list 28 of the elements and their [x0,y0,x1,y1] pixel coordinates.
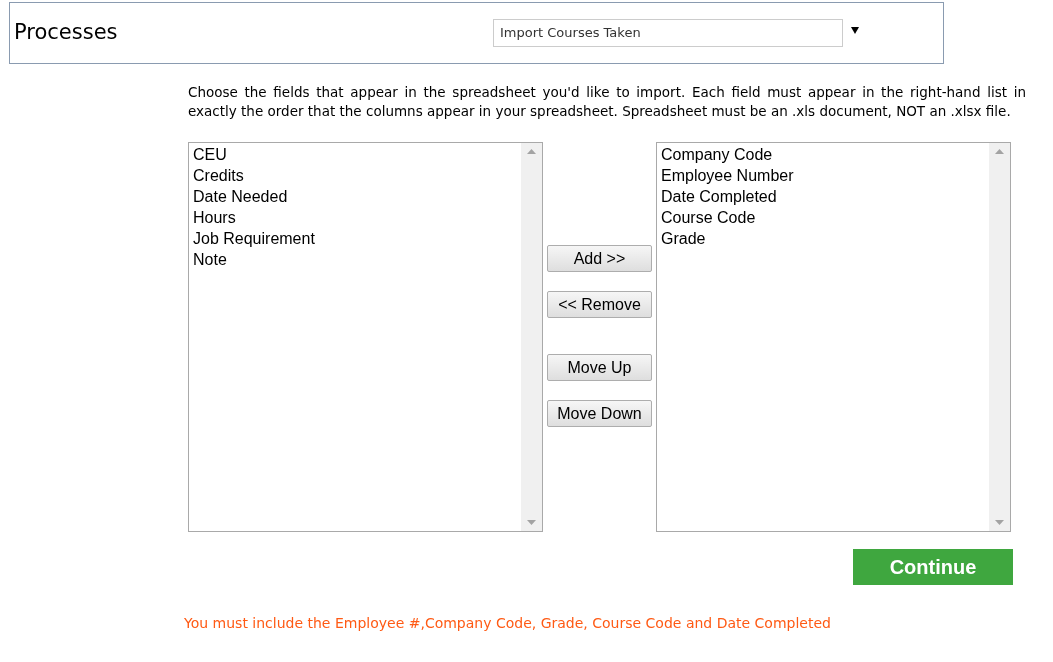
list-option[interactable]: Company Code [661,144,989,165]
list-option[interactable]: Note [193,249,521,270]
available-fields-list[interactable]: CEU Credits Date Needed Hours Job Requirement Note [188,142,543,532]
list-option[interactable]: Date Completed [661,186,989,207]
list-option[interactable]: CEU [193,144,521,165]
move-up-button[interactable]: Move Up [547,354,652,381]
page-title: Processes [14,19,119,47]
scroll-up-icon[interactable] [995,149,1004,154]
process-select[interactable]: Import Courses Taken [493,19,843,47]
list-option[interactable]: Job Requirement [193,228,521,249]
remove-button[interactable]: << Remove [547,291,652,318]
list-option[interactable]: Employee Number [661,165,989,186]
list-option[interactable]: Grade [661,228,989,249]
scrollbar[interactable] [521,143,542,531]
scroll-down-icon[interactable] [995,520,1004,525]
scroll-up-icon[interactable] [527,149,536,154]
list-option[interactable]: Hours [193,207,521,228]
add-button[interactable]: Add >> [547,245,652,272]
selected-fields-list[interactable]: Company Code Employee Number Date Completed Course Code Grade [656,142,1011,532]
scroll-down-icon[interactable] [527,520,536,525]
list-option[interactable]: Credits [193,165,521,186]
list-option[interactable]: Date Needed [193,186,521,207]
scrollbar[interactable] [989,143,1010,531]
move-down-button[interactable]: Move Down [547,400,652,427]
caret-icon[interactable] [851,26,859,34]
list-option[interactable]: Course Code [661,207,989,228]
instructions-text: Choose the fields that appear in the spreadsheet you'd like to import. Each field must appear in the right-hand list in exactly the order that the columns appear in your spreadsheet. Spreadsheet must be an .xls document, NOT an .xlsx file. [188,83,1026,121]
error-message: You must include the Employee #,Company Code, Grade, Course Code and Date Completed [184,614,832,633]
